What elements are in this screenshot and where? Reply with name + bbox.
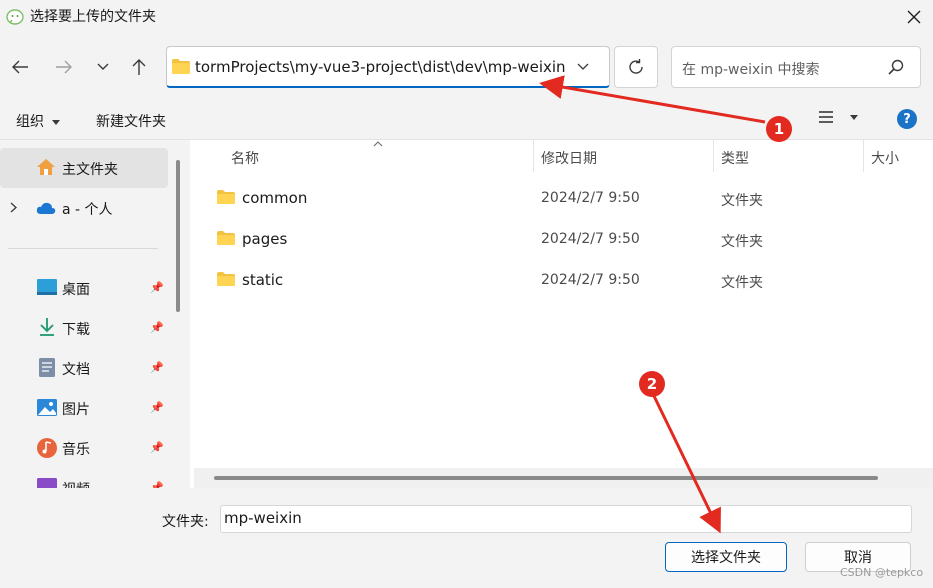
annotation-overlay [539, 75, 766, 534]
annotation-arrow-1 [539, 75, 766, 124]
annotation-badge-1: 1 [766, 116, 792, 142]
annotation-arrow-2 [652, 395, 721, 534]
annotation-badge-2: 2 [639, 371, 665, 397]
